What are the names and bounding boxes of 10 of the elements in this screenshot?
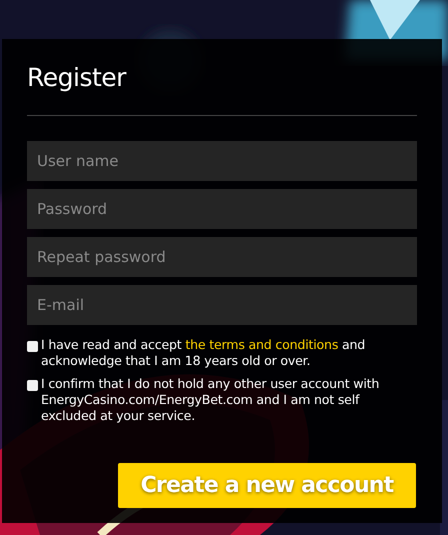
input-field[interactable]: Password <box>27 189 417 229</box>
input-field[interactable]: E-mail <box>27 285 417 325</box>
form-title: Register <box>27 62 128 94</box>
checkbox[interactable] <box>27 380 38 391</box>
terms-link[interactable]: the terms and conditions <box>185 337 338 352</box>
checkbox[interactable] <box>27 341 38 352</box>
agreement-text: I confirm that I do not hold any other user account with EnergyCasino.com/EnergyBet.com and I am not self excluded at your service. <box>41 376 380 424</box>
agreement-text: I have read and accept the terms and conditions and acknowledge that I am 18 years old or over. <box>41 337 366 369</box>
input-field[interactable]: Repeat password <box>27 237 417 277</box>
input-field[interactable]: User name <box>27 141 417 181</box>
